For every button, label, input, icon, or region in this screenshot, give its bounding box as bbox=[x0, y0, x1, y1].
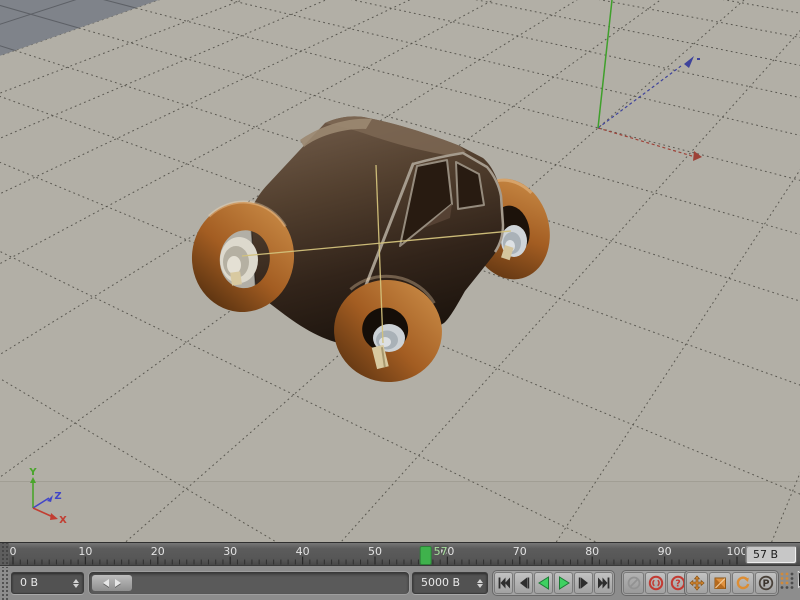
rotate-tool-icon bbox=[736, 576, 750, 590]
record-disabled-icon bbox=[627, 576, 640, 590]
tool-controls: P bbox=[684, 570, 779, 596]
scale-tool-button[interactable] bbox=[709, 572, 731, 594]
viewport-3d[interactable]: Y Z X bbox=[0, 0, 800, 542]
goto-end-icon bbox=[597, 577, 609, 589]
play-backward-button[interactable] bbox=[534, 572, 553, 594]
timeline-playhead[interactable] bbox=[419, 546, 432, 565]
world-y-axis bbox=[597, 0, 613, 129]
ruler-label: 10 bbox=[78, 545, 92, 558]
ruler-label: 40 bbox=[296, 545, 310, 558]
ruler-label: 70 bbox=[513, 545, 527, 558]
previous-frame-icon bbox=[519, 577, 529, 589]
svg-text:P: P bbox=[763, 579, 770, 590]
coordinate-p-icon: P bbox=[758, 575, 774, 591]
range-start-field[interactable]: 0 B bbox=[11, 572, 84, 594]
range-end-stepper[interactable] bbox=[475, 575, 484, 591]
ruler-label: 50 bbox=[368, 545, 382, 558]
ruler-label: 30 bbox=[223, 545, 237, 558]
toolbar-grip[interactable] bbox=[0, 567, 9, 600]
transport-controls bbox=[492, 570, 615, 596]
goto-start-icon bbox=[498, 577, 510, 589]
palette-dots-icon[interactable] bbox=[779, 571, 795, 591]
current-frame-label: 57 bbox=[434, 545, 448, 558]
world-origin-axes bbox=[597, 0, 702, 161]
move-tool-button[interactable] bbox=[686, 572, 708, 594]
timeline-scrollbar-thumb[interactable] bbox=[92, 575, 132, 591]
ruler-label: 0 bbox=[10, 545, 17, 558]
range-start-value: 0 B bbox=[20, 576, 39, 589]
world-z-glyph bbox=[697, 58, 700, 60]
rotate-tool-button[interactable] bbox=[732, 572, 754, 594]
world-x-axis bbox=[597, 127, 693, 157]
world-z-arrow-icon bbox=[684, 56, 694, 68]
viewport-canvas[interactable]: Y Z X bbox=[0, 0, 800, 542]
next-frame-icon bbox=[578, 577, 588, 589]
application-window: Y Z X 0 10 20 30 40 50 60 70 80 90 100 57 57 B 0 B … bbox=[0, 0, 800, 600]
wheel-front-left-hub bbox=[220, 237, 258, 286]
range-start-stepper[interactable] bbox=[71, 575, 80, 591]
record-controls: ? bbox=[621, 570, 690, 596]
svg-text:?: ? bbox=[675, 578, 681, 589]
current-frame-box[interactable]: 57 B bbox=[745, 545, 797, 564]
gizmo-z-label: Z bbox=[54, 491, 61, 502]
play-forward-button[interactable] bbox=[554, 572, 573, 594]
record-disabled-button[interactable] bbox=[623, 572, 644, 594]
scroll-left-icon[interactable] bbox=[103, 579, 109, 587]
range-end-value: 5000 B bbox=[421, 576, 461, 589]
previous-frame-button[interactable] bbox=[514, 572, 533, 594]
world-z-axis bbox=[597, 65, 682, 129]
goto-start-button[interactable] bbox=[494, 572, 513, 594]
ruler-label: 90 bbox=[658, 545, 672, 558]
next-frame-button[interactable] bbox=[574, 572, 593, 594]
play-backward-icon bbox=[537, 576, 549, 590]
animation-toolbar: 0 B 5000 B ? P bbox=[0, 567, 800, 600]
world-x-arrow-icon bbox=[693, 151, 702, 161]
gizmo-x-label: X bbox=[59, 515, 67, 526]
gizmo-y-label: Y bbox=[28, 467, 37, 478]
timeline-ruler[interactable]: 0 10 20 30 40 50 60 70 80 90 100 57 57 B bbox=[0, 542, 800, 566]
record-keyframe-button[interactable] bbox=[645, 572, 666, 594]
move-tool-icon bbox=[689, 575, 705, 591]
ruler-grip[interactable] bbox=[0, 543, 9, 565]
ruler-label: 80 bbox=[585, 545, 599, 558]
play-forward-icon bbox=[558, 576, 570, 590]
toy-car-model[interactable] bbox=[187, 116, 561, 389]
ruler-label: 20 bbox=[151, 545, 165, 558]
range-end-field[interactable]: 5000 B bbox=[412, 572, 488, 594]
timeline-scrollbar[interactable] bbox=[88, 571, 410, 595]
goto-end-button[interactable] bbox=[594, 572, 613, 594]
record-keyframe-icon bbox=[648, 575, 663, 591]
coordinate-p-button[interactable]: P bbox=[755, 572, 777, 594]
scroll-right-icon[interactable] bbox=[115, 579, 121, 587]
scale-tool-icon bbox=[714, 577, 726, 589]
